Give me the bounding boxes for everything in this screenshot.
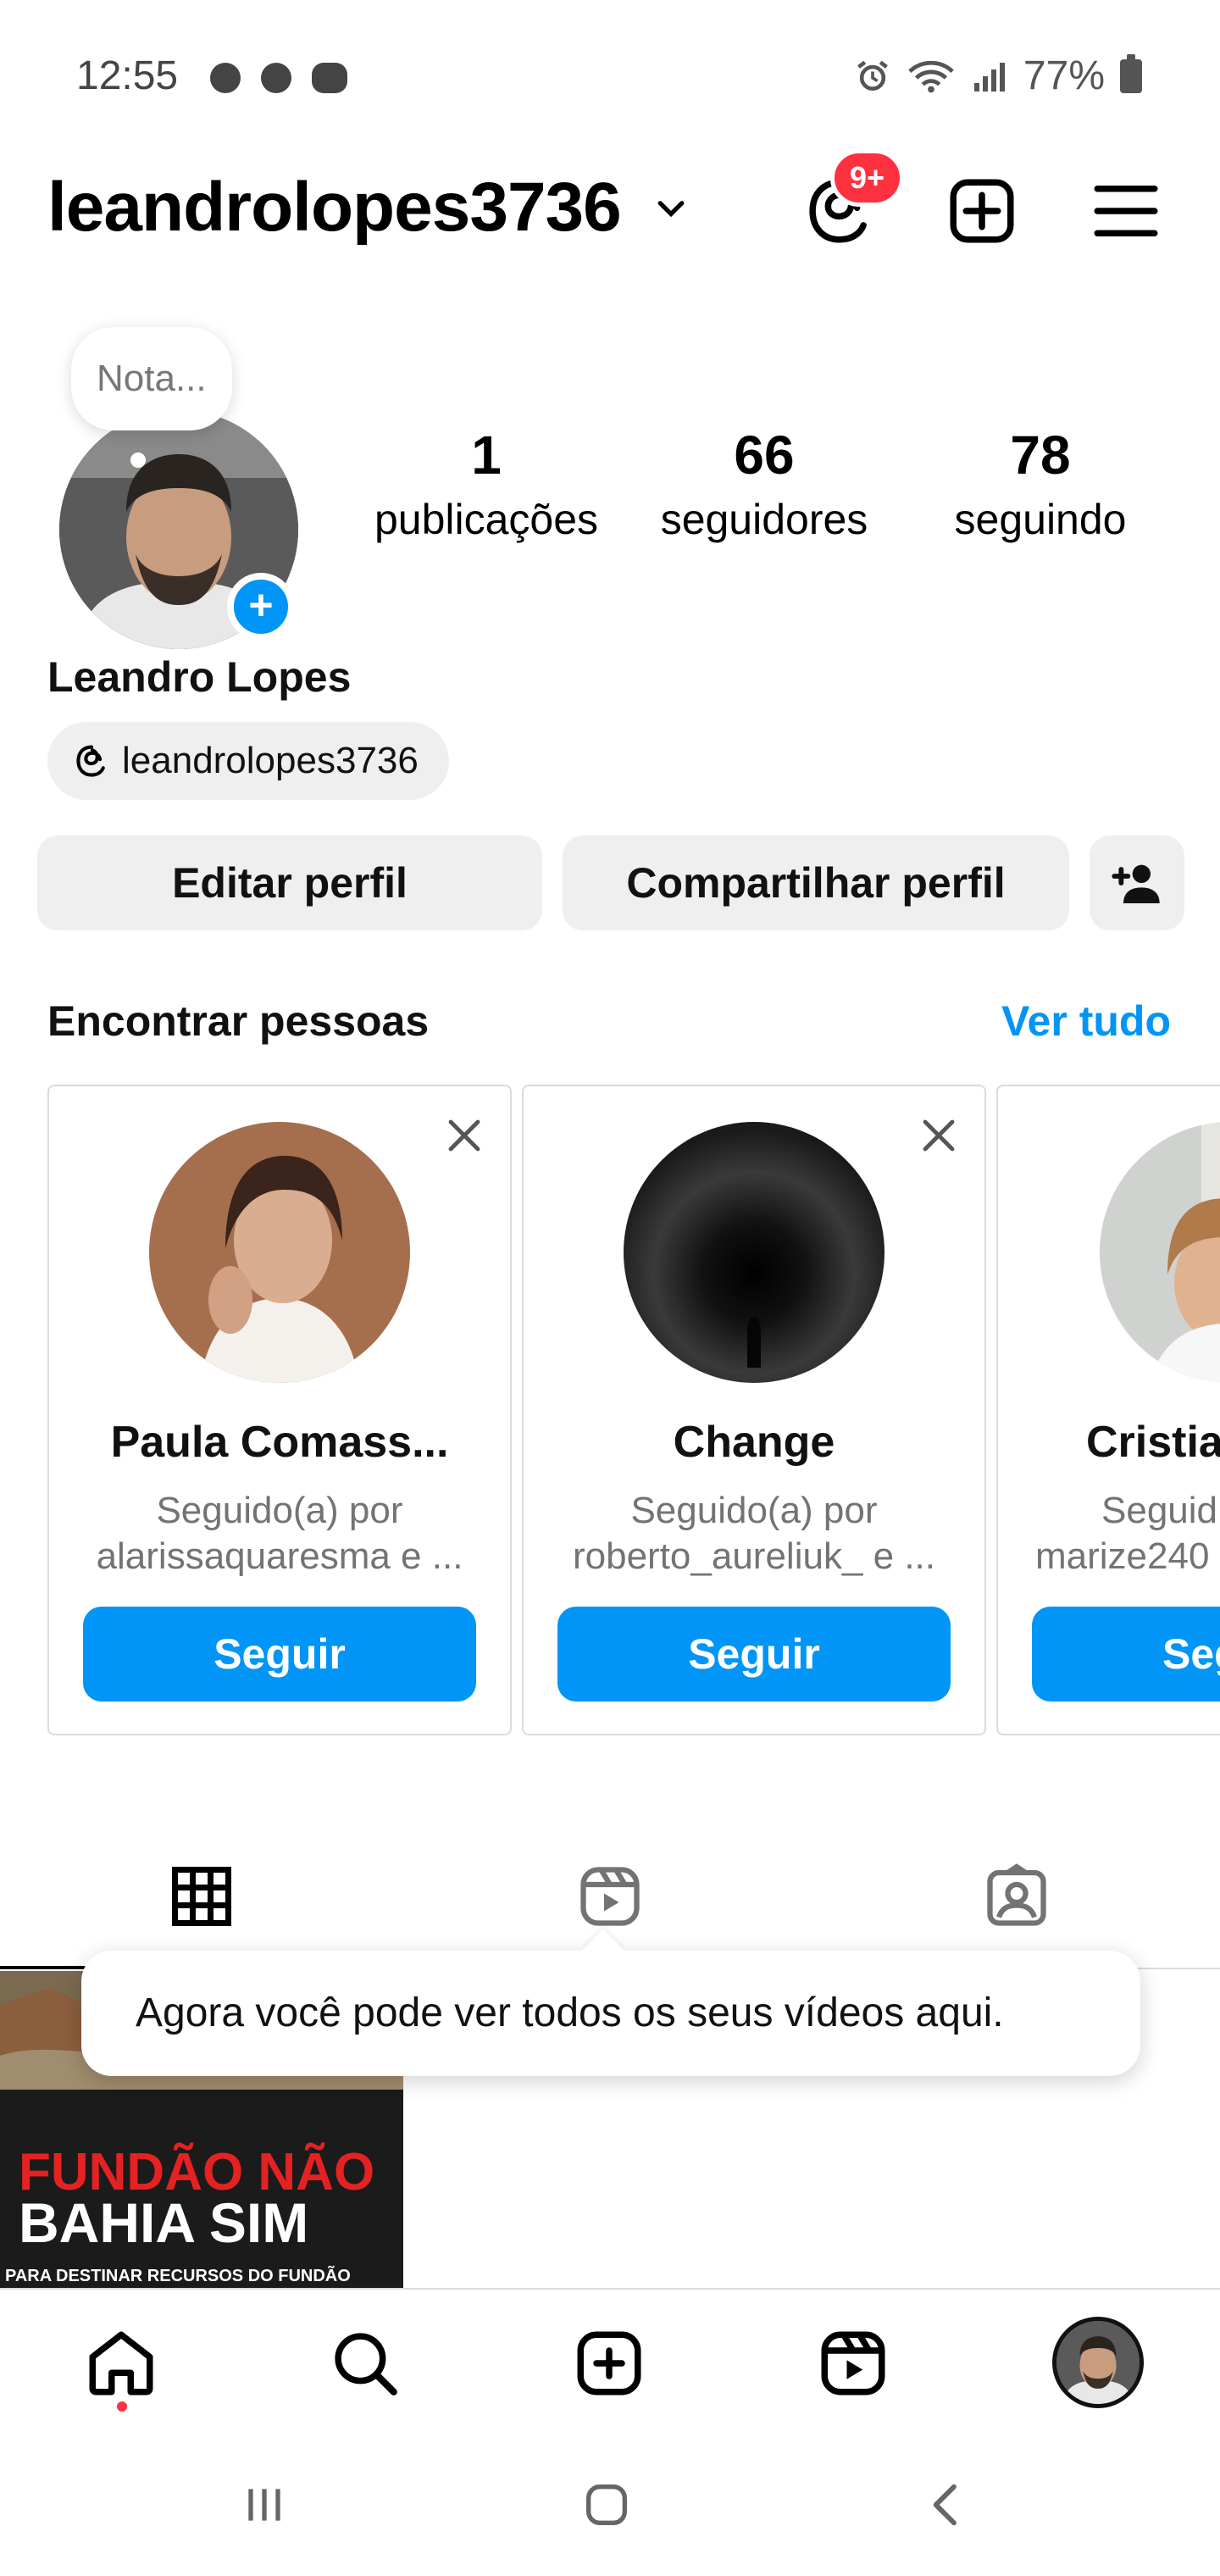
share-profile-button[interactable]: Compartilhar perfil — [563, 836, 1069, 930]
signal-icon — [973, 62, 1005, 92]
close-icon[interactable] — [444, 1115, 485, 1156]
menu-icon[interactable] — [1088, 173, 1164, 249]
suggestion-followed-by-names: roberto_aureliuk_ e ... — [572, 1535, 936, 1577]
follow-button[interactable]: Seguir — [557, 1607, 951, 1702]
battery-percent: 77% — [1023, 53, 1105, 98]
sync-icon — [210, 63, 241, 93]
stat-followers[interactable]: 66 seguidores — [637, 424, 891, 544]
threads-handle-pill[interactable]: leandrolopes3736 — [47, 722, 449, 800]
suggestion-followed-by: Seguido(a) por — [630, 1490, 878, 1531]
suggestion-card: Cristia Seguid marize240 Seg — [996, 1085, 1220, 1735]
avatar-photo — [1056, 2321, 1140, 2404]
suggestion-followed-by: Seguid — [1101, 1490, 1218, 1531]
suggestions-title: Encontrar pessoas — [47, 997, 430, 1045]
stat-followers-value: 66 — [734, 425, 795, 486]
suggestion-followed-by-names: alarissaquaresma e ... — [96, 1535, 463, 1577]
threads-handle: leandrolopes3736 — [122, 740, 419, 781]
see-all-link[interactable]: Ver tudo — [1001, 997, 1171, 1046]
stat-following-label: seguindo — [954, 496, 1127, 543]
stat-posts-label: publicações — [374, 496, 599, 543]
profile-nav-avatar[interactable] — [1052, 2317, 1144, 2408]
back-icon[interactable] — [920, 2478, 974, 2532]
suggestion-name[interactable]: Paula Comass... — [49, 1417, 510, 1468]
suggestion-followed-by-names: marize240 — [1035, 1535, 1210, 1577]
status-right: 77% — [854, 53, 1142, 99]
stat-posts-value: 1 — [471, 425, 502, 486]
add-person-icon — [1112, 864, 1160, 903]
wear-icon — [312, 63, 347, 93]
stat-posts[interactable]: 1 publicações — [359, 424, 613, 544]
note-bubble-tail — [130, 452, 146, 468]
alarm-icon — [857, 60, 888, 91]
add-story-button[interactable]: + — [227, 573, 295, 641]
follow-button[interactable]: Seg — [1032, 1607, 1220, 1702]
reels-icon[interactable] — [815, 2325, 891, 2401]
suggestion-avatar[interactable] — [149, 1122, 410, 1383]
suggestion-name[interactable]: Cristia — [1086, 1417, 1220, 1468]
chevron-down-icon[interactable] — [652, 191, 690, 228]
avatar-photo — [149, 1122, 410, 1383]
suggestion-followed-by: Seguido(a) por — [156, 1490, 403, 1531]
suggestion-name[interactable]: Change — [524, 1417, 984, 1468]
discover-people-button[interactable] — [1090, 836, 1184, 930]
create-icon[interactable] — [571, 2325, 647, 2401]
wifi-icon — [908, 60, 954, 92]
post-headline-line2: BAHIA SIM — [19, 2191, 308, 2254]
reels-tab-icon[interactable] — [574, 1861, 646, 1932]
home-icon[interactable] — [83, 2325, 159, 2401]
notification-badge: 9+ — [830, 149, 905, 207]
battery-icon — [1120, 53, 1142, 93]
display-name: Leandro Lopes — [47, 653, 352, 701]
post-caption: PARA DESTINAR RECURSOS DO FUNDÃO — [5, 2266, 351, 2285]
username-title[interactable]: leandrolopes3736 — [47, 168, 622, 247]
suggestion-card: Paula Comass... Seguido(a) por alarissaq… — [47, 1085, 512, 1735]
search-icon[interactable] — [327, 2325, 403, 2401]
follow-button[interactable]: Seguir — [83, 1607, 476, 1702]
suggestion-card: Change Seguido(a) por roberto_aureliuk_ … — [522, 1085, 986, 1735]
suggestion-avatar[interactable] — [1100, 1122, 1220, 1383]
tagged-tab-icon[interactable] — [981, 1861, 1052, 1932]
status-time: 12:55 — [76, 53, 179, 98]
home-notification-dot — [117, 2401, 127, 2412]
avatar-photo — [624, 1122, 884, 1383]
stat-following[interactable]: 78 seguindo — [913, 424, 1167, 544]
new-post-icon[interactable] — [944, 173, 1020, 249]
note-bubble[interactable]: Nota... — [71, 327, 232, 430]
suggestion-avatar[interactable] — [624, 1122, 884, 1383]
recents-icon[interactable] — [237, 2478, 291, 2532]
avatar-photo — [1100, 1122, 1220, 1383]
threads-icon — [76, 745, 105, 777]
grid-tab-icon[interactable] — [166, 1861, 237, 1932]
vpn-icon — [261, 63, 291, 93]
close-icon[interactable] — [918, 1115, 959, 1156]
stat-following-value: 78 — [1010, 425, 1071, 486]
reels-tooltip[interactable]: Agora você pode ver todos os seus vídeos… — [81, 1951, 1140, 2076]
stat-followers-label: seguidores — [660, 496, 868, 543]
edit-profile-button[interactable]: Editar perfil — [37, 836, 542, 930]
home-button-icon[interactable] — [580, 2478, 634, 2532]
